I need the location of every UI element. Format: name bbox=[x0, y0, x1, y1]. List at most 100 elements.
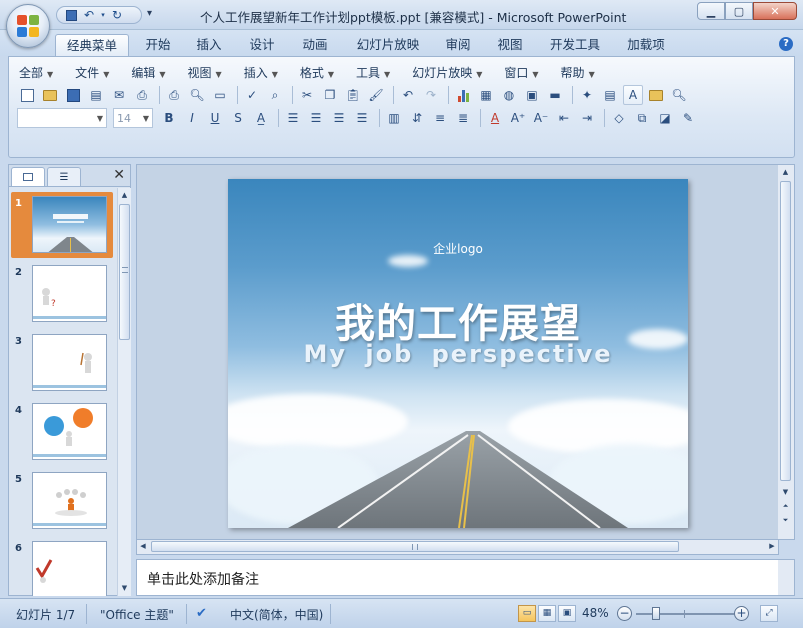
color-grayscale-icon[interactable]: ▬ bbox=[545, 85, 565, 105]
new-file-icon[interactable] bbox=[17, 85, 37, 105]
font-color-icon[interactable]: A bbox=[485, 108, 505, 128]
permission-icon[interactable]: ▤ bbox=[86, 85, 106, 105]
vertical-scrollbar[interactable]: ▲ ▼ ⏶ ⏷ bbox=[778, 164, 795, 540]
redo-icon[interactable]: ↷ bbox=[421, 85, 441, 105]
scroll-up-icon[interactable]: ▲ bbox=[779, 165, 792, 179]
save-icon[interactable] bbox=[63, 85, 83, 105]
tab-add-ins[interactable]: 加载项 bbox=[620, 34, 672, 56]
font-name-combo[interactable]: ▼ bbox=[17, 108, 107, 128]
insert-smartart-icon[interactable]: ◍ bbox=[499, 85, 519, 105]
tab-insert[interactable]: 插入 bbox=[189, 34, 229, 56]
layout-icon[interactable]: ▤ bbox=[600, 85, 620, 105]
bullets-icon[interactable]: ≣ bbox=[453, 108, 473, 128]
tab-outline[interactable]: ☰ bbox=[47, 167, 81, 186]
menu-slide-show[interactable]: 幻灯片放映 ▼ bbox=[412, 64, 482, 81]
current-slide[interactable]: 企业logo 我的工作展望 My job perspective bbox=[228, 179, 688, 528]
align-right-icon[interactable]: ☰ bbox=[329, 108, 349, 128]
tab-developer[interactable]: 开发工具 bbox=[543, 34, 607, 56]
arrange-icon[interactable]: ⧉ bbox=[632, 108, 652, 128]
scroll-down-icon[interactable]: ▼ bbox=[779, 485, 792, 499]
preview-icon[interactable]: 🔍︎ bbox=[187, 85, 207, 105]
text-box-icon[interactable]: A bbox=[623, 85, 643, 105]
language-indicator[interactable]: 中文(简体，中国) bbox=[230, 606, 323, 623]
undo-icon[interactable]: ↶ bbox=[398, 85, 418, 105]
tab-slides[interactable] bbox=[11, 167, 45, 186]
justify-icon[interactable]: ☰ bbox=[352, 108, 372, 128]
redo-icon[interactable]: ↻ bbox=[109, 8, 125, 22]
scroll-left-icon[interactable]: ◀ bbox=[137, 540, 149, 553]
increase-indent-icon[interactable]: ⇥ bbox=[577, 108, 597, 128]
insert-object-icon[interactable] bbox=[646, 85, 666, 105]
zoom-percent[interactable]: 48% bbox=[582, 606, 609, 620]
slide-view-icon[interactable]: ▭ bbox=[210, 85, 230, 105]
scroll-down-icon[interactable]: ▼ bbox=[118, 581, 131, 595]
notes-pane[interactable]: 单击此处添加备注 bbox=[136, 559, 779, 596]
help-icon[interactable]: ? bbox=[779, 37, 793, 51]
close-window-button[interactable]: ✕ bbox=[753, 2, 797, 20]
slide-thumbnail-6[interactable]: 6 bbox=[11, 537, 113, 596]
font-size-combo[interactable]: 14 ▼ bbox=[113, 108, 153, 128]
slide-subtitle[interactable]: My job perspective bbox=[228, 340, 688, 368]
insert-chart-icon[interactable] bbox=[453, 85, 473, 105]
next-slide-icon[interactable]: ⏷ bbox=[779, 513, 792, 527]
open-folder-icon[interactable] bbox=[40, 85, 60, 105]
menu-file[interactable]: 文件 ▼ bbox=[75, 64, 109, 81]
tab-design[interactable]: 设计 bbox=[242, 34, 282, 56]
menu-view[interactable]: 视图 ▼ bbox=[188, 64, 222, 81]
shape-fill-icon[interactable]: ◪ bbox=[655, 108, 675, 128]
character-spacing-icon[interactable]: A̲ bbox=[251, 108, 271, 128]
slide-thumbnail-3[interactable]: 3 bbox=[11, 330, 113, 396]
undo-icon[interactable]: ↶ bbox=[81, 8, 97, 22]
menu-all[interactable]: 全部 ▼ bbox=[19, 64, 53, 81]
save-icon[interactable] bbox=[63, 8, 79, 22]
menu-window[interactable]: 窗口 ▼ bbox=[504, 64, 538, 81]
zoom-out-icon[interactable]: − bbox=[617, 606, 632, 621]
insert-picture-icon[interactable]: ▣ bbox=[522, 85, 542, 105]
zoom-slider-knob[interactable] bbox=[652, 607, 660, 620]
grow-font-icon[interactable]: A⁺ bbox=[508, 108, 528, 128]
research-icon[interactable]: ⌕ bbox=[265, 85, 285, 105]
align-left-icon[interactable]: ☰ bbox=[283, 108, 303, 128]
tab-home[interactable]: 开始 bbox=[138, 34, 178, 56]
office-button[interactable] bbox=[6, 4, 50, 48]
new-slide-icon[interactable]: ✦ bbox=[577, 85, 597, 105]
format-painter-icon[interactable]: 🖌︎ bbox=[366, 85, 386, 105]
normal-view-button[interactable]: ▭ bbox=[518, 605, 536, 622]
tab-classic-menu[interactable]: 经典菜单 bbox=[55, 34, 129, 56]
menu-format[interactable]: 格式 ▼ bbox=[300, 64, 334, 81]
underline-icon[interactable]: U bbox=[205, 108, 225, 128]
align-center-icon[interactable]: ☰ bbox=[306, 108, 326, 128]
scroll-right-icon[interactable]: ▶ bbox=[766, 540, 778, 553]
spell-check-icon[interactable]: ✔ bbox=[196, 606, 207, 621]
maximize-button[interactable]: ▢ bbox=[725, 2, 753, 20]
zoom-slider-track[interactable] bbox=[636, 613, 734, 615]
columns-icon[interactable]: ▥ bbox=[384, 108, 404, 128]
text-direction-icon[interactable]: ⇵ bbox=[407, 108, 427, 128]
copy-icon[interactable]: ❐ bbox=[320, 85, 340, 105]
company-logo-placeholder[interactable]: 企业logo bbox=[228, 240, 688, 257]
paste-icon[interactable]: 📋︎ bbox=[343, 85, 363, 105]
menu-edit[interactable]: 编辑 ▼ bbox=[131, 64, 165, 81]
tab-animations[interactable]: 动画 bbox=[295, 34, 335, 56]
tab-view[interactable]: 视图 bbox=[490, 34, 530, 56]
spelling-icon[interactable]: ✓ bbox=[242, 85, 262, 105]
menu-insert[interactable]: 插入 ▼ bbox=[244, 64, 278, 81]
scroll-thumb[interactable] bbox=[151, 541, 679, 552]
shape-outline-icon[interactable]: ✎ bbox=[678, 108, 698, 128]
menu-tools[interactable]: 工具 ▼ bbox=[356, 64, 390, 81]
tab-slide-show[interactable]: 幻灯片放映 bbox=[350, 34, 426, 56]
tab-review[interactable]: 审阅 bbox=[438, 34, 478, 56]
numbering-icon[interactable]: ≡ bbox=[430, 108, 450, 128]
shadow-icon[interactable]: S bbox=[228, 108, 248, 128]
slide-show-view-button[interactable]: ▣ bbox=[558, 605, 576, 622]
print-preview-icon[interactable]: ⎙ bbox=[132, 85, 152, 105]
slides-pane-scrollbar[interactable]: ▲ ▼ bbox=[117, 188, 131, 596]
close-icon[interactable]: ✕ bbox=[113, 167, 125, 183]
italic-icon[interactable]: I bbox=[182, 108, 202, 128]
notes-scrollbar[interactable] bbox=[778, 559, 795, 596]
find-icon[interactable]: 🔍︎ bbox=[669, 85, 689, 105]
slide-thumbnail-4[interactable]: 4 bbox=[11, 399, 113, 465]
menu-help[interactable]: 帮助 ▼ bbox=[561, 64, 595, 81]
zoom-in-icon[interactable]: + bbox=[734, 606, 749, 621]
scroll-up-icon[interactable]: ▲ bbox=[118, 188, 131, 202]
